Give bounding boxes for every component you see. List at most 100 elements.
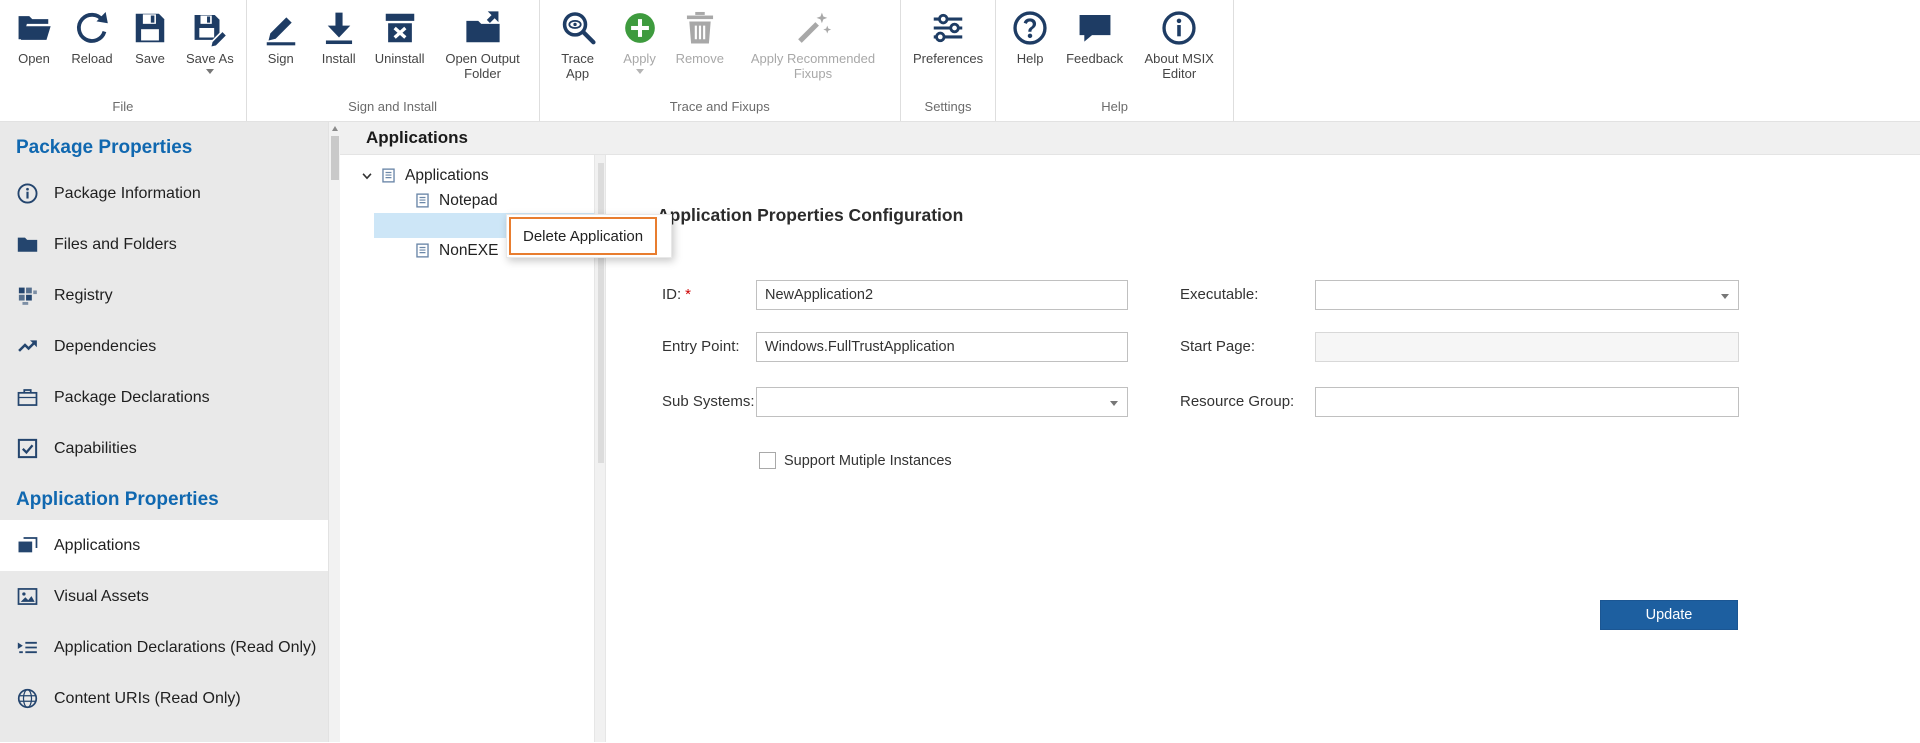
sidebar-item-capabilities[interactable]: Capabilities bbox=[0, 423, 328, 474]
required-asterisk: * bbox=[685, 286, 692, 303]
trace-app-button[interactable]: Trace App bbox=[545, 0, 611, 82]
sidebar-item-package-declarations[interactable]: Package Declarations bbox=[0, 372, 328, 423]
about-info-icon bbox=[1160, 7, 1198, 49]
scroll-up-arrow-icon[interactable] bbox=[331, 126, 338, 131]
sidebar-item-registry[interactable]: Registry bbox=[0, 270, 328, 321]
context-menu: Delete Application bbox=[506, 214, 672, 258]
remove-button-label: Remove bbox=[675, 51, 724, 66]
folder-icon bbox=[16, 233, 39, 256]
ribbon-buttons-row: Open Reload Save Save As bbox=[5, 0, 241, 97]
apply-recommended-fixups-button: Apply Recommended Fixups bbox=[731, 0, 895, 82]
sign-button[interactable]: Sign bbox=[252, 0, 310, 66]
ribbon-group-label-file: File bbox=[112, 99, 134, 114]
ribbon-buttons-row: Sign Install Uninstall Open Output Folde… bbox=[252, 0, 534, 97]
chevron-down-icon bbox=[205, 69, 214, 75]
open-output-folder-icon bbox=[464, 7, 502, 49]
sidebar-scrollbar[interactable] bbox=[328, 122, 340, 742]
open-button-label: Open bbox=[18, 51, 50, 66]
menu-item-delete-application[interactable]: Delete Application bbox=[509, 217, 657, 255]
about-msix-editor-button[interactable]: About MSIX Editor bbox=[1130, 0, 1228, 82]
tree-item-applications-root[interactable]: Applications bbox=[340, 163, 594, 188]
install-button[interactable]: Install bbox=[310, 0, 368, 66]
scrollbar-thumb[interactable] bbox=[597, 163, 604, 463]
save-button-label: Save bbox=[135, 51, 165, 66]
ribbon-buttons-row: Preferences bbox=[906, 0, 990, 97]
sidebar-item-package-information[interactable]: Package Information bbox=[0, 168, 328, 219]
remove-button: Remove bbox=[669, 0, 731, 66]
ribbon-toolbar: Open Reload Save Save As File Sign Insta… bbox=[0, 0, 1920, 122]
executable-combobox[interactable] bbox=[1315, 280, 1739, 310]
help-button-label: Help bbox=[1016, 51, 1044, 66]
scrollbar-thumb[interactable] bbox=[331, 136, 339, 180]
help-button[interactable]: Help bbox=[1001, 0, 1059, 66]
ribbon-group-label-sign-install: Sign and Install bbox=[348, 99, 438, 114]
form-heading: Application Properties Configuration bbox=[657, 205, 964, 225]
support-multiple-instances-checkbox[interactable] bbox=[759, 452, 776, 469]
ribbon-buttons-row: Trace App Apply Remove Apply Recommended… bbox=[545, 0, 895, 97]
sidebar-item-dependencies[interactable]: Dependencies bbox=[0, 321, 328, 372]
trace-app-button-label: Trace App bbox=[561, 51, 594, 82]
main-content: Applications Notepad NewApplication2 Non… bbox=[340, 155, 1920, 742]
page-title: Applications bbox=[340, 122, 1920, 155]
reload-button-label: Reload bbox=[71, 51, 113, 66]
document-icon bbox=[414, 217, 431, 234]
open-button[interactable]: Open bbox=[5, 0, 63, 66]
feedback-bubble-icon bbox=[1076, 7, 1114, 49]
sub-systems-combobox[interactable] bbox=[756, 387, 1128, 417]
msix-editor-window: Open Reload Save Save As File Sign Insta… bbox=[0, 0, 1920, 743]
ribbon-group-label-help: Help bbox=[1101, 99, 1128, 114]
chevron-down-icon[interactable] bbox=[360, 169, 374, 183]
ribbon-buttons-row: Help Feedback About MSIX Editor bbox=[1001, 0, 1228, 97]
remove-trash-icon bbox=[681, 7, 719, 49]
feedback-button-label: Feedback bbox=[1066, 51, 1124, 66]
sidebar-item-label: Applications bbox=[54, 536, 141, 554]
preferences-button[interactable]: Preferences bbox=[906, 0, 990, 66]
sidebar-item-label: Visual Assets bbox=[54, 587, 149, 605]
uninstall-box-icon bbox=[381, 7, 419, 49]
about-msix-editor-button-label: About MSIX Editor bbox=[1144, 51, 1214, 82]
sidebar-item-applications[interactable]: Applications bbox=[0, 520, 328, 571]
sidebar-heading-application-properties: Application Properties bbox=[16, 489, 219, 510]
id-label-text: ID: bbox=[662, 286, 682, 303]
sidebar-item-label: Content URIs (Read Only) bbox=[54, 689, 241, 707]
sidebar-item-content-uris[interactable]: Content URIs (Read Only) bbox=[0, 673, 328, 724]
apply-plus-icon bbox=[621, 7, 659, 49]
sidebar-item-label: Files and Folders bbox=[54, 235, 177, 253]
id-input[interactable] bbox=[756, 280, 1128, 310]
tree-item-notepad[interactable]: Notepad bbox=[340, 188, 594, 213]
resource-group-input[interactable] bbox=[1315, 387, 1739, 417]
ribbon-group-file: Open Reload Save Save As File bbox=[0, 0, 247, 121]
sidebar-item-label: Registry bbox=[54, 286, 113, 304]
install-button-label: Install bbox=[321, 51, 356, 66]
help-question-icon bbox=[1011, 7, 1049, 49]
uninstall-button[interactable]: Uninstall bbox=[368, 0, 432, 66]
tree-item-label: Applications bbox=[405, 166, 489, 184]
save-as-button[interactable]: Save As bbox=[179, 0, 241, 75]
save-button[interactable]: Save bbox=[121, 0, 179, 66]
sidebar-item-label: Capabilities bbox=[54, 439, 137, 457]
sidebar-item-visual-assets[interactable]: Visual Assets bbox=[0, 571, 328, 622]
feedback-button[interactable]: Feedback bbox=[1059, 0, 1130, 66]
apply-button: Apply bbox=[611, 0, 669, 75]
sidebar-item-files-and-folders[interactable]: Files and Folders bbox=[0, 219, 328, 270]
ribbon-group-label-trace-fixups: Trace and Fixups bbox=[669, 99, 770, 114]
reload-button[interactable]: Reload bbox=[63, 0, 121, 66]
main-panel: Applications Applications Notepad NewApp… bbox=[340, 122, 1920, 742]
update-button[interactable]: Update bbox=[1600, 600, 1738, 630]
tree-item-label: Notepad bbox=[439, 191, 498, 209]
app-window-icon bbox=[16, 534, 39, 557]
briefcase-icon bbox=[16, 386, 39, 409]
resource-group-label: Resource Group: bbox=[1180, 393, 1295, 410]
sidebar-item-application-declarations[interactable]: Application Declarations (Read Only) bbox=[0, 622, 328, 673]
entry-point-input[interactable] bbox=[756, 332, 1128, 362]
open-output-folder-button[interactable]: Open Output Folder bbox=[432, 0, 534, 82]
sidebar-item-label: Package Declarations bbox=[54, 388, 210, 406]
sidebar-heading-package-properties: Package Properties bbox=[16, 137, 193, 158]
ribbon-group-label-settings: Settings bbox=[924, 99, 972, 114]
sidebar-item-label: Dependencies bbox=[54, 337, 157, 355]
install-arrow-icon bbox=[320, 7, 358, 49]
document-icon bbox=[380, 167, 397, 184]
chevron-down-icon bbox=[1721, 294, 1729, 299]
document-icon bbox=[414, 242, 431, 259]
ribbon-group-trace-fixups: Trace App Apply Remove Apply Recommended… bbox=[540, 0, 901, 121]
